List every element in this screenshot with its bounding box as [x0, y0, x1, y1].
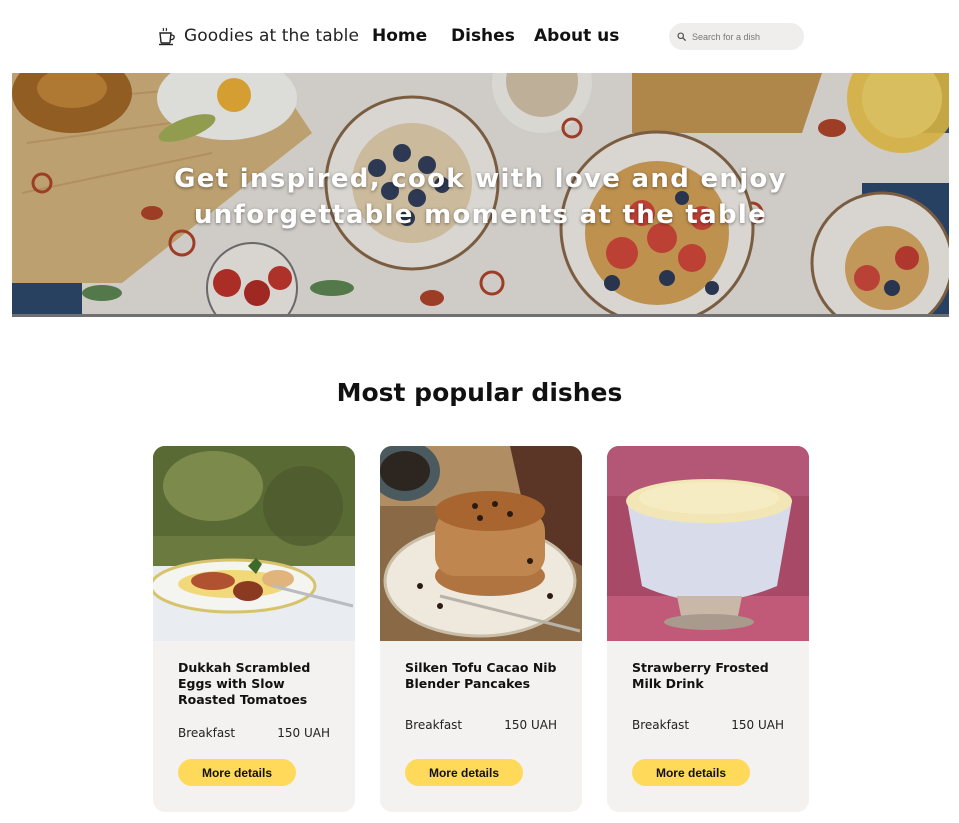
more-details-button[interactable]: More details [178, 759, 296, 786]
search-icon [677, 32, 686, 41]
dish-image [380, 446, 582, 641]
dish-category: Breakfast [178, 726, 236, 740]
section-title: Most popular dishes [336, 378, 623, 407]
dish-name: Silken Tofu Cacao Nib Blender Pancakes [405, 660, 557, 691]
dish-card[interactable]: Dukkah Scrambled Eggs with Slow Roasted … [153, 446, 355, 812]
dish-meta: Breakfast 150 UAH [632, 718, 784, 732]
nav-dishes[interactable]: Dishes [451, 26, 515, 46]
dish-card[interactable]: Strawberry Frosted Milk Drink Breakfast … [607, 446, 809, 812]
search-input[interactable] [690, 30, 804, 43]
dish-name: Strawberry Frosted Milk Drink [632, 660, 769, 691]
dish-category: Breakfast [632, 718, 690, 732]
dish-name: Dukkah Scrambled Eggs with Slow Roasted … [178, 660, 311, 707]
hero-headline: Get inspired, cook with love and enjoy u… [12, 161, 949, 233]
nav-home[interactable]: Home [372, 26, 427, 46]
hero-banner: Get inspired, cook with love and enjoy u… [12, 73, 949, 317]
hero-headline-line2: unforgettable moments at the table [194, 200, 767, 230]
dish-image [153, 446, 355, 641]
dish-image [607, 446, 809, 641]
dish-meta: Breakfast 150 UAH [405, 718, 557, 732]
search-box[interactable] [669, 23, 804, 50]
dish-price: 150 UAH [731, 718, 784, 732]
dish-price: 150 UAH [504, 718, 557, 732]
dish-card[interactable]: Silken Tofu Cacao Nib Blender Pancakes B… [380, 446, 582, 812]
brand-name: Goodies at the table [184, 26, 360, 46]
site-header: Goodies at the table Home Dishes About u… [0, 0, 959, 72]
dish-category: Breakfast [405, 718, 463, 732]
dish-meta: Breakfast 150 UAH [178, 726, 330, 740]
coffee-cup-icon [159, 27, 175, 46]
more-details-button[interactable]: More details [405, 759, 523, 786]
brand-logo[interactable]: Goodies at the table [157, 26, 359, 46]
nav-about-us[interactable]: About us [534, 26, 619, 46]
more-details-button[interactable]: More details [632, 759, 750, 786]
hero-headline-line1: Get inspired, cook with love and enjoy [174, 164, 787, 194]
dish-price: 150 UAH [277, 726, 330, 740]
